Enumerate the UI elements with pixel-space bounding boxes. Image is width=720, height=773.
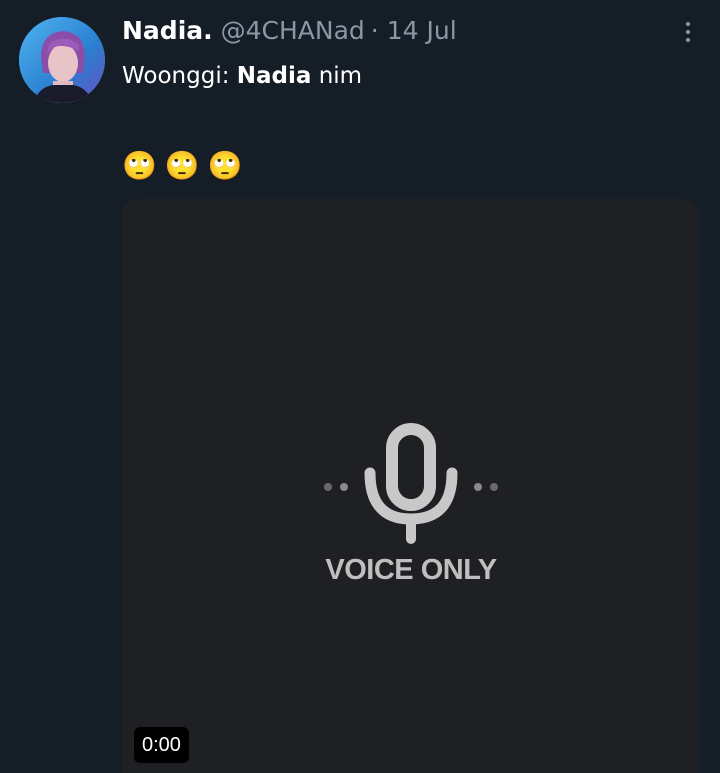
separator-dot: · — [370, 15, 379, 45]
tweet: Nadia. @4CHANad · 14 Jul Woonggi: Nadia … — [0, 0, 720, 773]
avatar[interactable] — [19, 17, 105, 103]
tweet-text-suffix: nim — [311, 63, 363, 89]
tweet-text: Woonggi: Nadia nim — [122, 60, 362, 92]
time-badge: 0:00 — [134, 727, 189, 763]
tweet-date[interactable]: 14 Jul — [387, 16, 457, 45]
voice-only-label: VOICE ONLY — [325, 554, 497, 586]
tweet-text-bold: Nadia — [236, 63, 312, 89]
eye-roll-emoji: 🙄 — [207, 149, 243, 182]
user-handle[interactable]: @4CHANad — [221, 16, 365, 45]
microphone-icon — [324, 423, 498, 544]
voice-media-player[interactable]: VOICE ONLY 0:00 — [122, 199, 700, 773]
tweet-header: Nadia. @4CHANad · 14 Jul — [122, 14, 457, 46]
tweet-text-prefix: Woonggi: — [122, 63, 237, 89]
more-vertical-icon[interactable] — [678, 18, 698, 46]
emoji-row: 🙄 🙄 🙄 — [122, 148, 243, 184]
eye-roll-emoji: 🙄 — [164, 149, 200, 182]
eye-roll-emoji: 🙄 — [122, 149, 157, 182]
display-name[interactable]: Nadia. — [122, 16, 213, 45]
